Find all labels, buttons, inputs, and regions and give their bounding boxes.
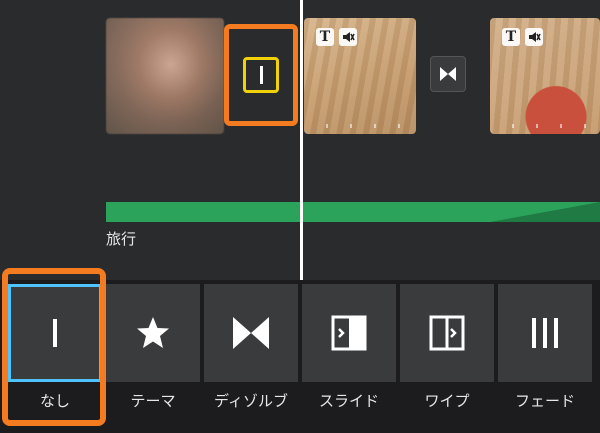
text-icon: T	[316, 28, 334, 46]
star-icon	[137, 317, 169, 348]
transition-fade-button[interactable]: フェード	[498, 284, 592, 424]
transition-dissolve-slot[interactable]	[430, 56, 466, 92]
text-icon: T	[502, 28, 520, 46]
transition-none-label: なし	[39, 392, 70, 410]
line-icon	[53, 319, 57, 347]
video-clip-2[interactable]: T	[304, 18, 416, 134]
video-clip-3[interactable]: T	[490, 18, 600, 134]
transition-none-slot[interactable]	[224, 24, 298, 126]
audio-track[interactable]	[106, 202, 600, 222]
timeline[interactable]: T T 旅行	[0, 0, 600, 280]
mute-icon	[339, 28, 357, 46]
transition-wipe-button[interactable]: ワイプ	[400, 284, 494, 424]
transition-dissolve-label: ディゾルブ	[214, 392, 288, 410]
slide-icon	[331, 315, 367, 351]
transition-slide-button[interactable]: スライド	[302, 284, 396, 424]
transition-slide-label: スライド	[318, 392, 379, 410]
mute-icon	[525, 28, 543, 46]
transition-none-icon	[243, 57, 279, 93]
transition-none-button[interactable]: なし	[8, 284, 102, 424]
playhead[interactable]	[300, 0, 303, 280]
wipe-icon	[429, 315, 465, 351]
transition-fade-label: フェード	[514, 392, 575, 410]
bowtie-icon	[440, 67, 456, 81]
transition-toolbar: なし テーマ ディゾルブ スライド ワイプ フェード	[0, 280, 600, 433]
audio-track-label: 旅行	[106, 230, 137, 248]
transition-wipe-label: ワイプ	[424, 392, 470, 410]
transition-theme-button[interactable]: テーマ	[106, 284, 200, 424]
video-clip-1[interactable]	[106, 18, 224, 134]
transition-theme-label: テーマ	[130, 392, 176, 410]
bowtie-icon	[233, 317, 269, 349]
fade-icon	[532, 318, 558, 348]
transition-dissolve-button[interactable]: ディゾルブ	[204, 284, 298, 424]
